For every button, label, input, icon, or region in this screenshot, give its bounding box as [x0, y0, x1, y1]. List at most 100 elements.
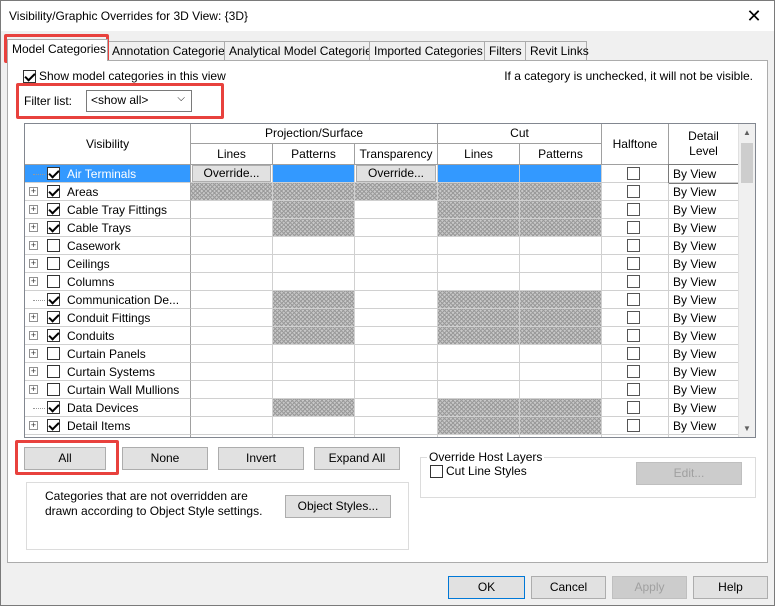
halftone-cell[interactable]: [602, 417, 669, 435]
transparency-cell[interactable]: [355, 255, 438, 273]
halftone-cell[interactable]: [602, 363, 669, 381]
category-visibility-checkbox[interactable]: [47, 383, 60, 396]
category-name-cell[interactable]: + Curtain Systems: [25, 363, 191, 381]
category-name-cell[interactable]: + Detail Items: [25, 417, 191, 435]
patterns-cell[interactable]: [273, 273, 355, 291]
halftone-cell[interactable]: [602, 291, 669, 309]
halftone-cell[interactable]: [602, 399, 669, 417]
category-visibility-checkbox[interactable]: [47, 257, 60, 270]
invert-button[interactable]: Invert: [218, 447, 304, 470]
detail-level-cell[interactable]: By View: [669, 201, 739, 219]
expand-icon[interactable]: +: [29, 241, 38, 250]
cut-patterns-cell[interactable]: [520, 327, 602, 345]
halftone-cell[interactable]: [602, 201, 669, 219]
category-name-cell[interactable]: + Cable Tray Fittings: [25, 201, 191, 219]
halftone-checkbox[interactable]: [627, 221, 640, 234]
cut-lines-cell[interactable]: [438, 165, 520, 183]
cut-lines-cell[interactable]: [438, 399, 520, 417]
detail-level-cell[interactable]: By View: [669, 219, 739, 237]
expand-all-button[interactable]: Expand All: [314, 447, 400, 470]
halftone-checkbox[interactable]: [627, 293, 640, 306]
filter-list-select[interactable]: <show all> ⌵: [86, 90, 192, 112]
lines-cell[interactable]: [191, 435, 273, 437]
cut-lines-cell[interactable]: [438, 417, 520, 435]
halftone-checkbox[interactable]: [627, 419, 640, 432]
scroll-down-arrow-icon[interactable]: ▼: [739, 420, 755, 437]
halftone-cell[interactable]: [602, 309, 669, 327]
cut-patterns-cell[interactable]: [520, 273, 602, 291]
cut-patterns-cell[interactable]: [520, 363, 602, 381]
category-visibility-checkbox[interactable]: [47, 437, 60, 438]
categories-grid[interactable]: Visibility Projection/Surface Lines Patt…: [24, 123, 756, 438]
table-row[interactable]: + Columns By View: [25, 273, 739, 291]
lines-cell[interactable]: [191, 201, 273, 219]
halftone-cell[interactable]: [602, 381, 669, 399]
show-model-categories-checkbox[interactable]: [23, 69, 36, 83]
category-name-cell[interactable]: + Columns: [25, 273, 191, 291]
patterns-cell[interactable]: [273, 399, 355, 417]
category-name-cell[interactable]: + Curtain Wall Mullions: [25, 381, 191, 399]
patterns-cell[interactable]: [273, 183, 355, 201]
detail-level-cell[interactable]: By View: [669, 345, 739, 363]
header-visibility[interactable]: Visibility: [25, 124, 191, 165]
cut-patterns-cell[interactable]: [520, 219, 602, 237]
expand-icon[interactable]: +: [29, 205, 38, 214]
cut-patterns-cell[interactable]: [520, 201, 602, 219]
transparency-cell[interactable]: [355, 381, 438, 399]
cut-patterns-cell[interactable]: [520, 291, 602, 309]
transparency-cell[interactable]: [355, 309, 438, 327]
halftone-checkbox[interactable]: [627, 185, 640, 198]
category-name-cell[interactable]: + Conduits: [25, 327, 191, 345]
detail-level-cell[interactable]: By View: [668, 164, 740, 184]
detail-level-cell[interactable]: By View: [669, 417, 739, 435]
halftone-checkbox[interactable]: [627, 329, 640, 342]
none-button[interactable]: None: [122, 447, 208, 470]
halftone-checkbox[interactable]: [627, 437, 640, 438]
halftone-checkbox[interactable]: [627, 311, 640, 324]
patterns-cell[interactable]: [273, 381, 355, 399]
table-row[interactable]: + By View: [25, 435, 739, 438]
cut-lines-cell[interactable]: [438, 327, 520, 345]
transparency-cell[interactable]: [355, 327, 438, 345]
halftone-checkbox[interactable]: [627, 365, 640, 378]
lines-cell[interactable]: [191, 345, 273, 363]
apply-button[interactable]: Apply: [612, 576, 687, 599]
transparency-cell[interactable]: [355, 291, 438, 309]
cut-patterns-cell[interactable]: [520, 417, 602, 435]
transparency-cell[interactable]: [355, 183, 438, 201]
lines-cell[interactable]: [191, 273, 273, 291]
patterns-cell[interactable]: [273, 237, 355, 255]
cut-lines-cell[interactable]: [438, 381, 520, 399]
table-row[interactable]: + Curtain Systems By View: [25, 363, 739, 381]
lines-cell[interactable]: [191, 183, 273, 201]
category-name-cell[interactable]: Data Devices: [25, 399, 191, 417]
patterns-cell[interactable]: [273, 291, 355, 309]
all-button[interactable]: All: [24, 447, 106, 470]
lines-cell[interactable]: [191, 237, 273, 255]
halftone-checkbox[interactable]: [627, 239, 640, 252]
halftone-checkbox[interactable]: [627, 347, 640, 360]
cut-patterns-cell[interactable]: [520, 255, 602, 273]
category-name-cell[interactable]: + Casework: [25, 237, 191, 255]
expand-icon[interactable]: +: [29, 187, 38, 196]
cut-lines-cell[interactable]: [438, 255, 520, 273]
table-row[interactable]: + Cable Trays By View: [25, 219, 739, 237]
transparency-cell[interactable]: [355, 201, 438, 219]
cut-lines-cell[interactable]: [438, 363, 520, 381]
help-button[interactable]: Help: [693, 576, 768, 599]
cut-patterns-cell[interactable]: [520, 183, 602, 201]
category-visibility-checkbox[interactable]: [47, 347, 60, 360]
halftone-checkbox[interactable]: [627, 401, 640, 414]
detail-level-cell[interactable]: By View: [669, 399, 739, 417]
cut-line-styles-checkbox[interactable]: [430, 464, 443, 478]
transparency-cell[interactable]: [355, 363, 438, 381]
detail-level-cell[interactable]: By View: [669, 435, 739, 437]
cut-lines-cell[interactable]: [438, 237, 520, 255]
patterns-cell[interactable]: [273, 417, 355, 435]
category-name-cell[interactable]: + Cable Trays: [25, 219, 191, 237]
expand-icon[interactable]: +: [29, 277, 38, 286]
category-visibility-checkbox[interactable]: [47, 311, 60, 324]
ok-button[interactable]: OK: [448, 576, 525, 599]
lines-override-button[interactable]: Override...: [192, 165, 271, 182]
halftone-cell[interactable]: [602, 237, 669, 255]
